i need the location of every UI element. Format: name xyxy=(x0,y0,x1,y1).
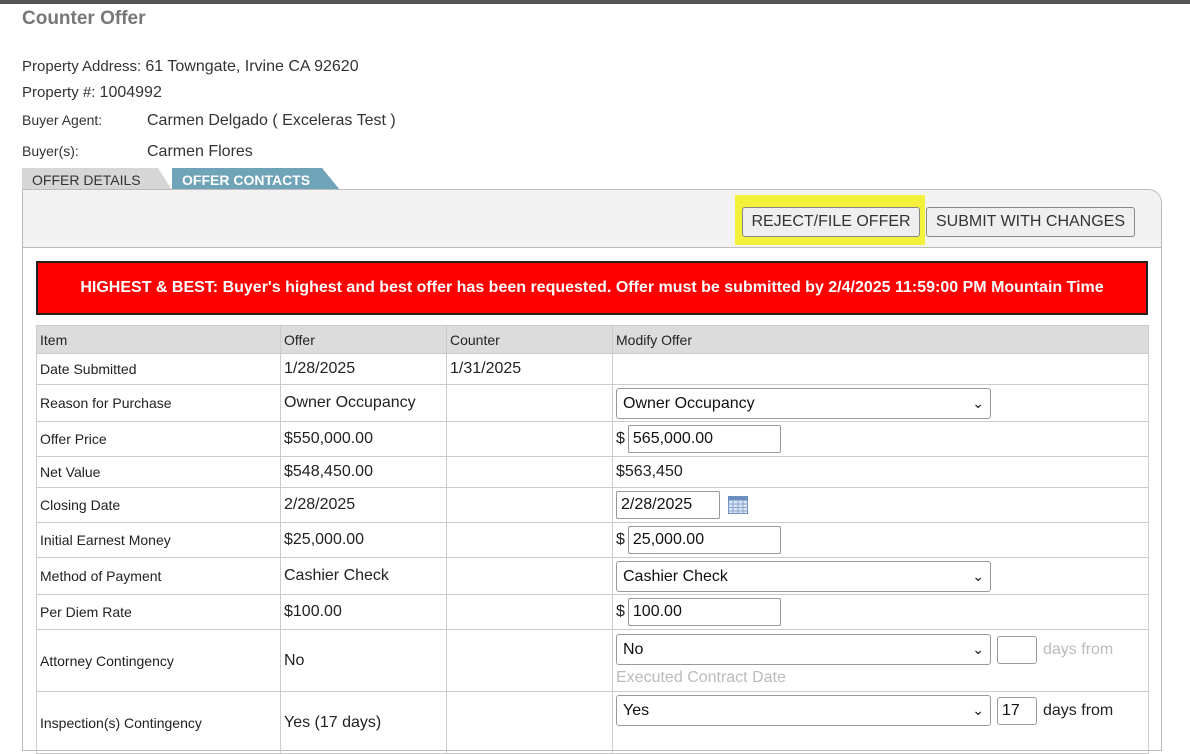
row-reason-for-purchase: Reason for Purchase Owner Occupancy Owne… xyxy=(36,384,1149,422)
tab-offer-details[interactable]: OFFER DETAILS xyxy=(22,168,172,190)
tab-offer-contacts[interactable]: OFFER CONTACTS xyxy=(172,168,340,190)
offer-net-value: $548,450.00 xyxy=(280,456,447,488)
buyer-agent-line: Buyer Agent: Carmen Delgado ( Exceleras T… xyxy=(22,112,396,130)
row-attorney-contingency: Attorney Contingency No No ⌄ days from E… xyxy=(36,629,1149,692)
attorney-days-from-label: days from xyxy=(1043,641,1114,659)
per-diem-currency-symbol: $ xyxy=(616,603,625,620)
offer-initial-earnest-money: $25,000.00 xyxy=(280,522,447,558)
buyer-agent-value: Carmen Delgado ( Exceleras Test ) xyxy=(147,112,396,129)
counter-initial-earnest-money xyxy=(446,522,613,558)
calendar-icon[interactable] xyxy=(727,496,748,514)
inspection-days-input[interactable]: 17 xyxy=(997,697,1037,726)
per-diem-input[interactable]: 100.00 xyxy=(627,598,781,626)
buyers-value: Carmen Flores xyxy=(147,143,253,160)
modify-date-submitted xyxy=(612,353,1149,385)
action-toolbar: REJECT/FILE OFFER SUBMIT WITH CHANGES xyxy=(23,190,1161,248)
inspection-days-from-label: days from xyxy=(1043,702,1114,720)
attorney-executed-contract-date: Executed Contract Date xyxy=(616,669,786,686)
modify-price-cell: $565,000.00 xyxy=(612,421,1149,457)
chevron-down-icon: ⌄ xyxy=(972,567,984,584)
item-initial-earnest-money: Initial Earnest Money xyxy=(36,522,281,558)
modify-payment-cell: Cashier Check ⌄ xyxy=(612,557,1149,595)
item-reason-for-purchase: Reason for Purchase xyxy=(36,384,281,422)
attorney-select-value: No xyxy=(623,641,644,658)
offer-panel: REJECT/FILE OFFER SUBMIT WITH CHANGES HI… xyxy=(22,189,1162,754)
item-attorney-contingency: Attorney Contingency xyxy=(36,629,281,692)
top-border xyxy=(0,0,1190,4)
modify-net-value: $563,450 xyxy=(612,456,1149,488)
offer-attorney-contingency: No xyxy=(280,629,447,692)
row-net-value: Net Value $548,450.00 $563,450 xyxy=(36,456,1149,488)
modify-attorney-cell: No ⌄ days from Executed Contract Date xyxy=(612,629,1149,692)
inspection-select-value: Yes xyxy=(623,702,650,719)
table-header-row: Item Offer Counter Modify Offer xyxy=(36,325,1149,354)
payment-select-value: Cashier Check xyxy=(623,567,728,585)
row-date-submitted: Date Submitted 1/28/2025 1/31/2025 xyxy=(36,353,1149,385)
buyers-label: Buyer(s): xyxy=(22,143,79,159)
row-method-of-payment: Method of Payment Cashier Check Cashier … xyxy=(36,557,1149,595)
row-initial-earnest-money: Initial Earnest Money $25,000.00 $25,000… xyxy=(36,522,1149,558)
item-offer-price: Offer Price xyxy=(36,421,281,457)
earnest-money-input[interactable]: 25,000.00 xyxy=(627,526,781,554)
property-address-value: 61 Towngate, Irvine CA 92620 xyxy=(145,58,359,75)
attorney-contingency-select[interactable]: No ⌄ xyxy=(616,634,991,665)
counter-method-of-payment xyxy=(446,557,613,595)
header-offer: Offer xyxy=(280,325,447,354)
item-closing-date: Closing Date xyxy=(36,487,281,523)
property-number-label: Property #: xyxy=(22,84,96,101)
row-per-diem-rate: Per Diem Rate $100.00 $100.00 xyxy=(36,594,1149,630)
counter-net-value xyxy=(446,456,613,488)
inspection-contingency-select[interactable]: Yes ⌄ xyxy=(616,695,991,726)
counter-reason-for-purchase xyxy=(446,384,613,422)
attorney-days-input[interactable] xyxy=(997,636,1037,665)
header-modify-offer: Modify Offer xyxy=(612,325,1149,354)
counter-offer-price xyxy=(446,421,613,457)
header-item: Item xyxy=(36,325,281,354)
highest-best-banner: HIGHEST & BEST: Buyer's highest and best… xyxy=(36,261,1148,315)
offer-per-diem-rate: $100.00 xyxy=(280,594,447,630)
chevron-down-icon: ⌄ xyxy=(972,394,984,411)
counter-attorney-contingency xyxy=(446,629,613,692)
item-per-diem-rate: Per Diem Rate xyxy=(36,594,281,630)
price-currency-symbol: $ xyxy=(616,430,625,447)
modify-closing-cell: 2/28/2025 xyxy=(612,487,1149,523)
offer-closing-date: 2/28/2025 xyxy=(280,487,447,523)
property-address-label: Property Address: xyxy=(22,58,142,75)
row-offer-price: Offer Price $550,000.00 $565,000.00 xyxy=(36,421,1149,457)
item-date-submitted: Date Submitted xyxy=(36,353,281,385)
property-number-line: Property #: 1004992 xyxy=(22,84,162,102)
modify-per-diem-cell: $100.00 xyxy=(612,594,1149,630)
reject-file-offer-button[interactable]: REJECT/FILE OFFER xyxy=(742,207,920,237)
offer-price-input[interactable]: 565,000.00 xyxy=(627,425,781,453)
header-counter: Counter xyxy=(446,325,613,354)
modify-reason-cell: Owner Occupancy ⌄ xyxy=(612,384,1149,422)
reason-select-value: Owner Occupancy xyxy=(623,394,755,412)
offer-date-submitted: 1/28/2025 xyxy=(280,353,447,385)
property-number-value: 1004992 xyxy=(99,84,162,101)
counter-per-diem-rate xyxy=(446,594,613,630)
item-net-value: Net Value xyxy=(36,456,281,488)
reason-for-purchase-select[interactable]: Owner Occupancy ⌄ xyxy=(616,387,991,419)
counter-date-submitted: 1/31/2025 xyxy=(446,353,613,385)
offer-table: Item Offer Counter Modify Offer Date Sub… xyxy=(36,325,1149,754)
chevron-down-icon: ⌄ xyxy=(972,641,984,657)
row-closing-date: Closing Date 2/28/2025 2/28/2025 xyxy=(36,487,1149,523)
earnest-currency-symbol: $ xyxy=(616,531,625,548)
method-of-payment-select[interactable]: Cashier Check ⌄ xyxy=(616,560,991,592)
offer-method-of-payment: Cashier Check xyxy=(280,557,447,595)
offer-offer-price: $550,000.00 xyxy=(280,421,447,457)
closing-date-input[interactable]: 2/28/2025 xyxy=(616,491,720,519)
item-method-of-payment: Method of Payment xyxy=(36,557,281,595)
chevron-down-icon: ⌄ xyxy=(972,702,984,718)
buyers-line: Buyer(s): Carmen Flores xyxy=(22,143,253,161)
submit-with-changes-button[interactable]: SUBMIT WITH CHANGES xyxy=(926,207,1135,237)
counter-closing-date xyxy=(446,487,613,523)
property-address-line: Property Address: 61 Towngate, Irvine CA… xyxy=(22,58,359,76)
offer-reason-for-purchase: Owner Occupancy xyxy=(280,384,447,422)
buyer-agent-label: Buyer Agent: xyxy=(22,112,103,128)
page-title: Counter Offer xyxy=(22,8,146,29)
modify-earnest-cell: $25,000.00 xyxy=(612,522,1149,558)
